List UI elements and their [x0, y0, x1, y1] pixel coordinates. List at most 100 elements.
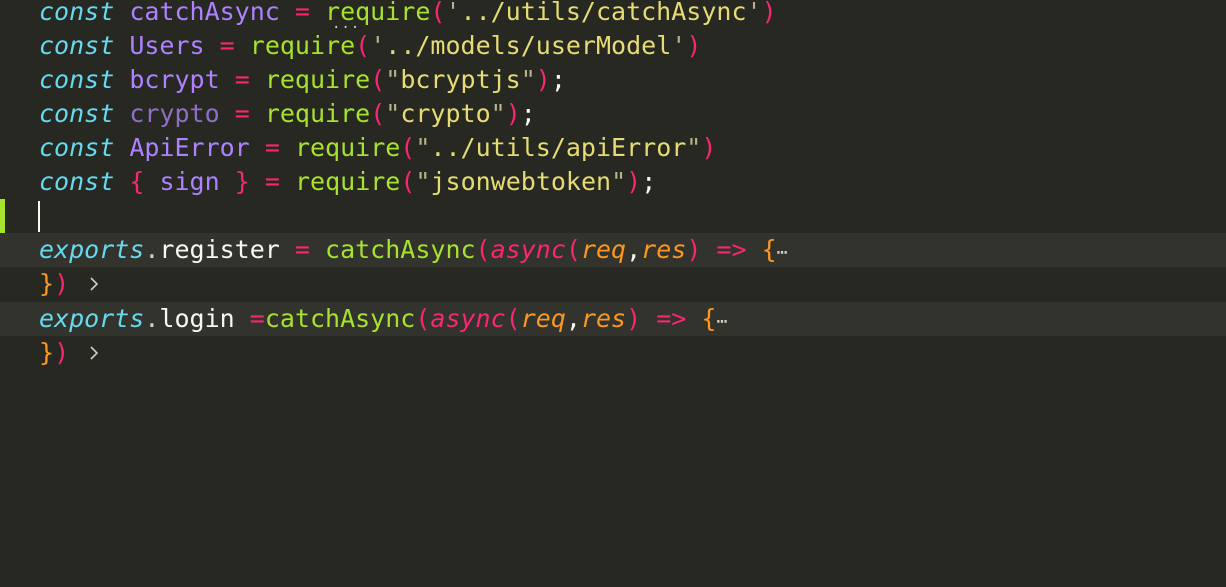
dot: . [144, 235, 160, 264]
open-paren: ( [355, 31, 371, 60]
operator: = [234, 99, 250, 128]
function-call: require [264, 65, 371, 94]
semicolon: ; [641, 167, 657, 196]
quote: ' [671, 31, 687, 60]
variable-name: bcrypt [129, 65, 220, 94]
arrow-operator: => [716, 235, 747, 264]
code-text: }) [39, 267, 69, 301]
dot: . [144, 304, 160, 333]
function-call: require [294, 133, 401, 162]
quote: ' [445, 0, 461, 26]
modified-line-gutter-mark [0, 199, 5, 233]
code-line-3[interactable]: const bcrypt = require("bcryptjs"); [0, 63, 1226, 97]
code-text: const crypto = require("crypto"); [39, 97, 536, 131]
close-brace: } [39, 269, 55, 298]
chevron-right-icon[interactable] [8, 233, 99, 291]
exports-keyword: exports [39, 235, 145, 264]
comma: , [626, 235, 642, 264]
quote: " [686, 133, 702, 162]
code-line-1[interactable]: const catchAsync = require('../utils/cat… [0, 0, 1226, 29]
keyword-const: const [39, 0, 115, 26]
operator: = [219, 31, 235, 60]
close-paren: ) [535, 65, 551, 94]
quote: " [520, 65, 536, 94]
string-literal: bcryptjs [400, 65, 521, 94]
parameter: res [641, 235, 687, 264]
quote: " [385, 65, 401, 94]
code-line-register-end[interactable]: }) [0, 267, 1226, 301]
code-text: const { sign } = require("jsonwebtoken")… [39, 165, 656, 199]
open-paren: ( [370, 99, 386, 128]
comma: , [565, 304, 581, 333]
variable-name: Users [129, 31, 205, 60]
async-keyword: async [490, 235, 566, 264]
operator: = [294, 235, 310, 264]
keyword-const: const [39, 31, 115, 60]
quote: ' [370, 31, 386, 60]
quote: ' [746, 0, 762, 26]
string-literal: ../utils/catchAsync [460, 0, 747, 26]
close-paren: ) [701, 133, 717, 162]
quote: " [415, 167, 431, 196]
chevron-right-icon[interactable] [8, 302, 99, 360]
property-name: register [159, 235, 280, 264]
exports-keyword: exports [39, 304, 145, 333]
code-text: const catchAsync = require('../utils/cat… [39, 0, 777, 29]
close-paren: ) [686, 235, 702, 264]
string-literal: jsonwebtoken [430, 167, 612, 196]
function-call: catchAsync [325, 235, 476, 264]
folded-ellipsis-icon[interactable]: ⋯ [716, 311, 727, 332]
variable-name: sign [159, 167, 220, 196]
close-brace: } [234, 167, 250, 196]
code-text: const Users = require('../models/userMod… [39, 29, 701, 63]
keyword-const: const [39, 99, 115, 128]
variable-name: crypto [129, 99, 220, 128]
code-line-register[interactable]: exports.register = catchAsync(async(req,… [0, 233, 1226, 291]
keyword-const: const [39, 133, 115, 162]
semicolon: ; [520, 99, 536, 128]
code-line-5[interactable]: const ApiError = require("../utils/apiEr… [0, 131, 1226, 165]
open-brace: { [129, 167, 145, 196]
open-paren: ( [475, 235, 491, 264]
arrow-operator: => [656, 304, 687, 333]
operator: = [249, 304, 265, 333]
close-paren: ) [761, 0, 777, 26]
code-line-6[interactable]: const { sign } = require("jsonwebtoken")… [0, 165, 1226, 199]
keyword-const: const [39, 65, 115, 94]
code-line-2[interactable]: const Users = require('../models/userMod… [0, 29, 1226, 63]
close-paren: ) [626, 304, 642, 333]
quote: " [385, 99, 401, 128]
code-line-login-end[interactable]: }) [0, 336, 1226, 370]
function-call: require [264, 99, 371, 128]
keyword-const: const [39, 167, 115, 196]
folded-ellipsis-icon[interactable]: ⋯ [777, 242, 788, 263]
semicolon: ; [550, 65, 566, 94]
function-call: catchAsync [264, 304, 416, 333]
quote: " [611, 167, 627, 196]
operator: = [294, 0, 310, 26]
open-brace: { [761, 235, 777, 264]
parameter: req [580, 235, 627, 264]
close-paren: ) [54, 338, 70, 367]
parameter: res [580, 304, 627, 333]
close-paren: ) [54, 269, 70, 298]
property-name: login [159, 304, 235, 333]
open-paren: ( [415, 304, 431, 333]
operator: = [264, 167, 280, 196]
code-line-4[interactable]: const crypto = require("crypto"); [0, 97, 1226, 131]
code-editor[interactable]: const catchAsync = require('../utils/cat… [0, 0, 1226, 587]
open-paren: ( [505, 304, 521, 333]
string-literal: crypto [400, 99, 491, 128]
string-literal: ../models/userModel [385, 31, 672, 60]
quote: " [415, 133, 431, 162]
string-literal: ../utils/apiError [430, 133, 687, 162]
variable-name: catchAsync [129, 0, 280, 26]
function-call: require [249, 31, 356, 60]
code-line-login[interactable]: exports.login =catchAsync(async(req,res)… [0, 302, 1226, 360]
code-text: const ApiError = require("../utils/apiEr… [39, 131, 716, 165]
function-call: require [294, 167, 401, 196]
code-text: }) [39, 336, 69, 370]
code-text: exports.login =catchAsync(async(req,res)… [39, 302, 727, 336]
close-brace: } [39, 338, 55, 367]
open-brace: { [701, 304, 717, 333]
